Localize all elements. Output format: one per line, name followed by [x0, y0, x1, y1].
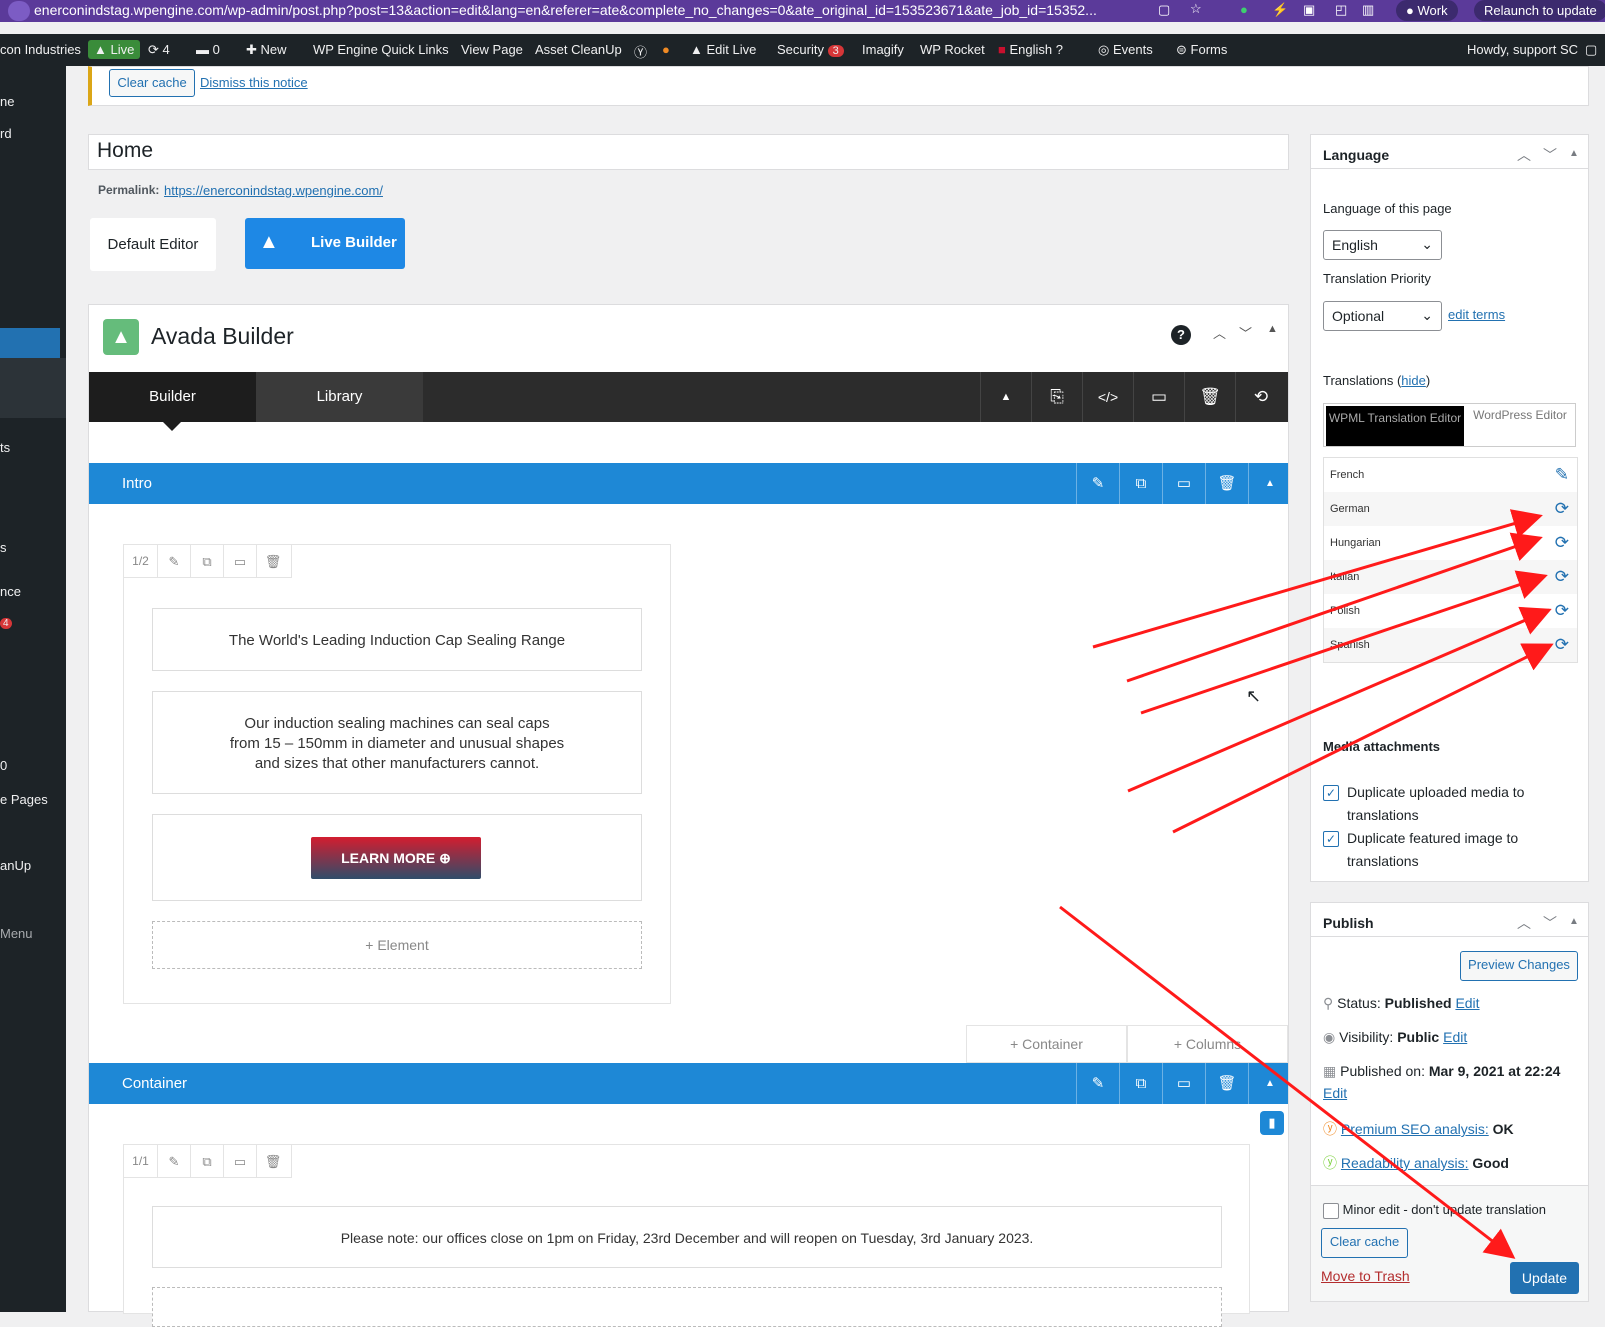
arrow-update: [1059, 905, 1516, 1259]
arrow-polish: [1127, 606, 1552, 793]
mouse-cursor-icon: ↖: [1246, 686, 1262, 706]
arrow-italian: [1140, 570, 1548, 715]
arrow-spanish: [1172, 643, 1554, 834]
arrow-hungarian: [1126, 532, 1543, 683]
arrow-german: [1092, 509, 1543, 649]
annotation-arrows: [1059, 509, 1554, 1259]
